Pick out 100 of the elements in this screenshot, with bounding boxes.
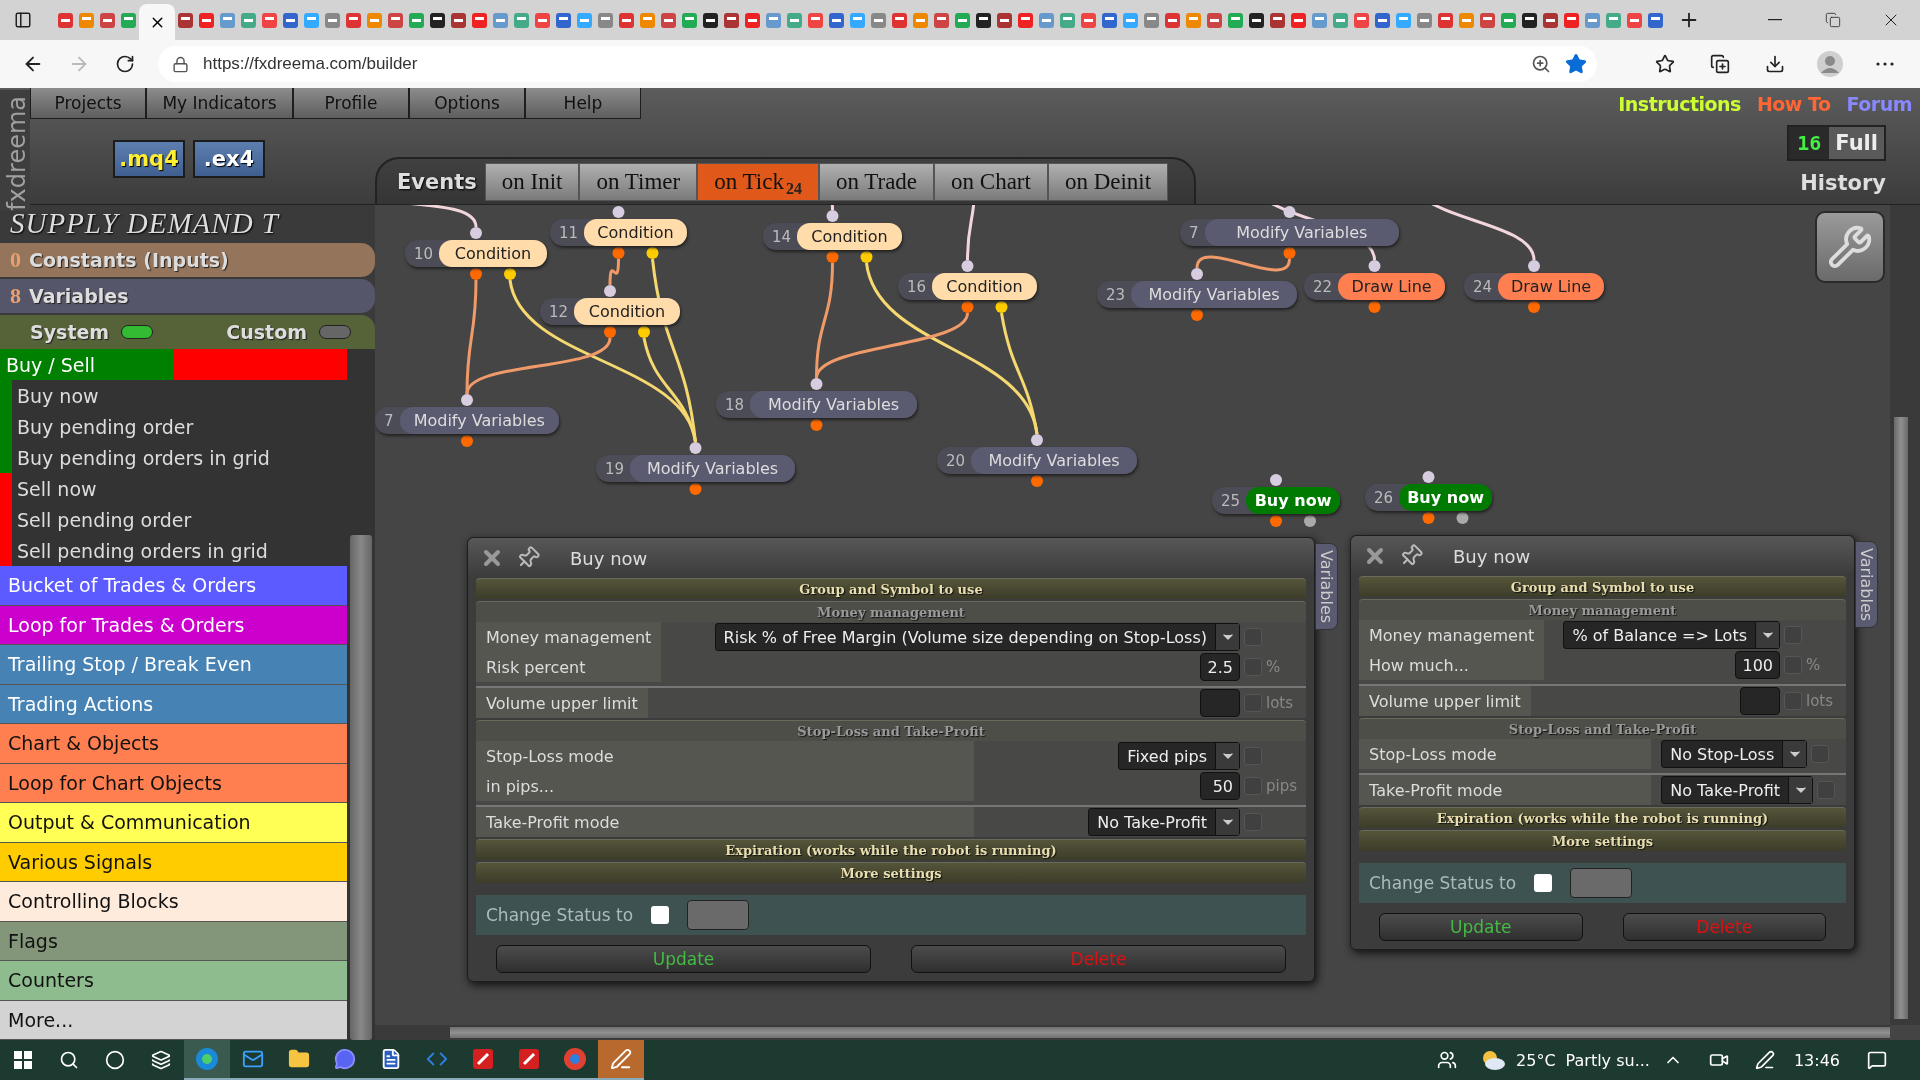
block-label: Condition [584,219,687,246]
dropdown[interactable]: Risk % of Free Margin (Volume size depending on Stop-Loss) [714,623,1240,651]
block-number: 24 [1472,277,1494,296]
menu-button[interactable]: Projects [30,88,146,119]
block-node[interactable]: 19 Modify Variables [596,455,795,482]
block-number: 14 [771,227,793,246]
constants-label: Constants (Inputs) [29,249,229,271]
block-node[interactable]: 22 Draw Line [1304,273,1445,300]
category-item[interactable]: Chart & Objects [0,724,347,764]
block-number: 26 [1373,488,1395,507]
category-item[interactable]: Various Signals [0,842,347,882]
category-item[interactable]: More... [0,1000,347,1040]
block-node[interactable]: 7 Modify Variables [1180,219,1399,246]
block-node[interactable]: 24 Draw Line [1464,273,1604,300]
category-item[interactable]: Loop for Trades & Orders [0,605,347,645]
export-button[interactable]: .mq4 [113,140,185,178]
block-label: Modify Variables [630,455,795,482]
menu-button[interactable]: Help [525,88,641,119]
block-node[interactable]: 12 Condition [540,298,680,325]
header-link[interactable]: Instructions [1618,93,1741,115]
block-label: Condition [932,273,1037,300]
block-number: 7 [1188,223,1200,242]
section-header[interactable]: More settings [1359,830,1846,851]
block-label: Condition [574,298,680,325]
block-label: Draw Line [1498,273,1604,300]
unit-label: lots [1266,694,1295,712]
block-node[interactable]: 23 Modify Variables [1097,281,1297,308]
block-number: 12 [548,302,570,321]
menu-button[interactable]: Profile [293,88,409,119]
window-title: Buy now [570,547,648,569]
update-button[interactable]: Update [1379,913,1583,941]
block-node[interactable]: 26 Buy now [1365,484,1492,511]
number-field[interactable]: 100 [1735,651,1780,679]
event-tab[interactable]: on Chart [934,163,1048,201]
block-node[interactable]: 7 Modify Variables [375,407,559,434]
block-label: Buy now [1399,484,1492,511]
block-number: 11 [558,223,580,242]
section-header[interactable]: More settings [476,862,1306,883]
history-badge[interactable]: 16 Full [1787,125,1886,161]
dropdown[interactable]: Fixed pips [1118,742,1240,770]
temperature-text: 25°C [1516,1050,1556,1070]
window-title: Buy now [1453,545,1531,567]
category-item[interactable]: Loop for Chart Objects [0,763,347,803]
status-label: Change Status to [1369,873,1517,893]
category-item[interactable]: Counters [0,961,347,1001]
event-tab[interactable]: on Init [484,163,580,201]
section-header[interactable]: Expiration (works while the robot is running) [1359,807,1846,828]
block-label: Modify Variables [1131,281,1297,308]
category-item[interactable]: Trading Actions [0,684,347,724]
section-header[interactable]: Group and Symbol to use [476,578,1306,599]
block-label: Condition [439,240,547,267]
side-tab[interactable]: Variables [1315,543,1338,631]
field-label: in pips... [476,771,974,801]
clock-text: 13:46 [1793,1050,1840,1070]
field-label: Stop-Loss mode [476,741,974,771]
category-header[interactable]: Buy / Sell [0,349,347,380]
category-item[interactable]: Output & Communication [0,803,347,843]
dropdown[interactable]: No Stop-Loss [1661,740,1808,768]
number-field[interactable]: 2.5 [1200,653,1240,681]
side-tab[interactable]: Variables [1855,541,1878,629]
category-item[interactable]: Trailing Stop / Break Even [0,645,347,685]
field-label: Take-Profit mode [476,807,974,837]
block-node[interactable]: 11 Condition [550,219,687,246]
unit-label: % [1806,656,1822,674]
field-label: Risk percent [476,652,662,682]
block-node[interactable]: 16 Condition [898,273,1037,300]
field-label: Volume upper limit [476,688,648,718]
block-node[interactable]: 10 Condition [405,240,547,267]
history-mode: Full [1829,127,1884,159]
variables-bar[interactable]: 8 Variables [0,279,375,313]
event-tab[interactable]: on Timer [579,163,698,201]
event-tab[interactable]: on Trade [818,163,935,201]
block-node[interactable]: 25 Buy now [1212,487,1340,514]
block-number: 20 [945,451,967,470]
event-tab[interactable]: on Deinit [1047,163,1169,201]
address-field[interactable]: https://fxdreema.com/builder [158,46,1597,82]
block-count: 24 [785,180,802,198]
block-node[interactable]: 20 Modify Variables [937,447,1137,474]
block-number: 10 [413,244,435,263]
toggle-label: Custom [226,321,307,343]
block-label: Modify Variables [1204,219,1399,246]
block-label: Condition [797,223,902,250]
menu-button[interactable]: My Indicators [146,88,293,119]
menu-button[interactable]: Options [409,88,525,119]
toggle-label: System [30,321,110,343]
category-item[interactable]: Flags [0,921,347,961]
dropdown[interactable]: No Take-Profit [1661,776,1813,804]
block-node[interactable]: 14 Condition [763,223,902,250]
section-header[interactable]: Group and Symbol to use [1359,576,1846,597]
category-item[interactable]: Bucket of Trades & Orders [0,566,347,606]
export-button[interactable]: .ex4 [193,140,265,178]
number-field[interactable]: 50 [1200,772,1240,800]
category-item[interactable]: Controlling Blocks [0,882,347,922]
block-number: 25 [1220,491,1242,510]
history-label[interactable]: History [1800,171,1886,195]
section-header[interactable]: Expiration (works while the robot is running) [476,839,1306,860]
dropdown[interactable]: % of Balance => Lots [1563,621,1780,649]
block-node[interactable]: 18 Modify Variables [716,391,917,418]
dropdown[interactable]: No Take-Profit [1088,808,1240,836]
update-button[interactable]: Update [496,945,871,973]
